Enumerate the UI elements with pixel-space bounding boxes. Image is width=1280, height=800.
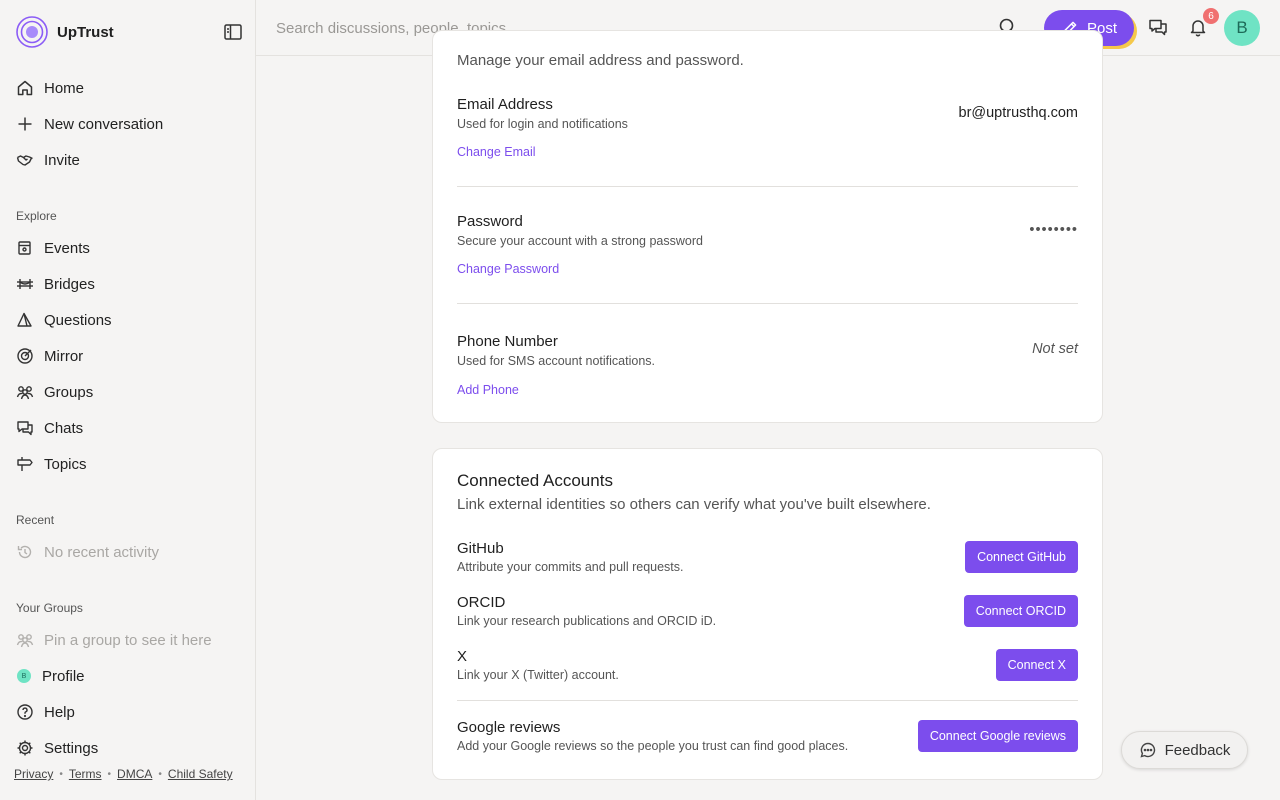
email-row-subtitle: Used for login and notifications xyxy=(457,117,628,131)
orcid-name: ORCID xyxy=(457,594,506,611)
brand[interactable]: UpTrust xyxy=(16,16,114,48)
phone-row-subtitle: Used for SMS account notifications. xyxy=(457,354,656,368)
explore-section-label: Explore xyxy=(16,209,57,223)
sidebar: UpTrust Home New conversation Invite Exp… xyxy=(0,0,256,800)
privacy-link[interactable]: Privacy xyxy=(14,767,53,781)
sidebar-item-label: New conversation xyxy=(44,115,164,133)
notification-badge: 6 xyxy=(1203,8,1219,24)
google-reviews-description: Add your Google reviews so the people yo… xyxy=(457,739,849,753)
history-icon xyxy=(16,543,34,561)
connect-google-reviews-button[interactable]: Connect Google reviews xyxy=(917,720,1078,752)
connect-github-button[interactable]: Connect GitHub xyxy=(965,541,1078,573)
sidebar-item-label: Questions xyxy=(44,311,112,329)
sidebar-item-questions[interactable]: Questions xyxy=(16,307,112,333)
chat-bubble-icon xyxy=(1139,741,1157,759)
connect-x-button[interactable]: Connect X xyxy=(995,649,1078,681)
sidebar-toggle-icon[interactable] xyxy=(223,22,243,42)
sidebar-item-label: Invite xyxy=(44,151,80,169)
sidebar-item-settings[interactable]: Settings xyxy=(16,735,98,761)
sidebar-item-groups[interactable]: Groups xyxy=(16,379,93,405)
your-groups-section-label: Your Groups xyxy=(16,601,83,615)
messages-icon[interactable] xyxy=(1148,17,1168,37)
groups-empty-label: Pin a group to see it here xyxy=(44,631,212,649)
sidebar-item-label: Home xyxy=(44,79,85,97)
recent-empty-label: No recent activity xyxy=(44,543,160,561)
question-icon xyxy=(16,311,34,329)
account-description: Manage your email address and password. xyxy=(457,52,744,69)
sidebar-item-help[interactable]: Help xyxy=(16,699,75,725)
password-row-title: Password xyxy=(457,213,523,230)
gear-icon xyxy=(16,739,34,757)
recent-section-label: Recent xyxy=(16,513,55,527)
password-row-subtitle: Secure your account with a strong passwo… xyxy=(457,234,703,248)
phone-row-title: Phone Number xyxy=(457,333,558,350)
phone-value: Not set xyxy=(1032,341,1078,357)
separator-dot: • xyxy=(59,768,63,780)
sidebar-item-bridges[interactable]: Bridges xyxy=(16,271,95,297)
recent-empty-state: No recent activity xyxy=(16,539,159,565)
change-email-link[interactable]: Change Email xyxy=(457,145,536,159)
bridge-icon xyxy=(16,275,34,293)
home-icon xyxy=(16,79,34,97)
sidebar-item-chats[interactable]: Chats xyxy=(16,415,83,441)
sidebar-item-mirror[interactable]: Mirror xyxy=(16,343,83,369)
chat-icon xyxy=(16,419,34,437)
sidebar-item-topics[interactable]: Topics xyxy=(16,451,87,477)
feedback-label: Feedback xyxy=(1164,741,1231,759)
orcid-description: Link your research publications and ORCI… xyxy=(457,614,717,628)
avatar: B xyxy=(17,669,31,683)
connected-accounts-description: Link external identities so others can v… xyxy=(457,496,931,513)
sidebar-item-label: Help xyxy=(44,703,75,721)
footer-links: Privacy • Terms • DMCA • Child Safety xyxy=(14,767,233,781)
sidebar-item-new-conversation[interactable]: New conversation xyxy=(16,111,163,137)
brand-name: UpTrust xyxy=(57,23,114,41)
divider xyxy=(457,186,1078,187)
sidebar-item-profile[interactable]: B Profile xyxy=(16,663,85,689)
separator-dot: • xyxy=(107,768,112,780)
sidebar-item-label: Groups xyxy=(44,383,94,401)
separator-dot: • xyxy=(158,768,162,780)
group-icon xyxy=(16,383,34,401)
sidebar-item-events[interactable]: Events xyxy=(16,235,90,261)
divider xyxy=(457,700,1078,701)
signpost-icon xyxy=(16,455,34,473)
add-phone-link[interactable]: Add Phone xyxy=(457,383,519,397)
connect-orcid-button[interactable]: Connect ORCID xyxy=(963,595,1078,627)
sidebar-item-label: Profile xyxy=(42,667,85,685)
sidebar-item-label: Bridges xyxy=(44,275,95,293)
github-description: Attribute your commits and pull requests… xyxy=(457,560,684,574)
help-icon xyxy=(16,703,34,721)
feedback-button[interactable]: Feedback xyxy=(1121,731,1248,769)
change-password-link[interactable]: Change Password xyxy=(457,262,559,276)
sidebar-item-label: Chats xyxy=(44,419,84,437)
email-value: br@uptrusthq.com xyxy=(958,105,1079,121)
connected-accounts-title: Connected Accounts xyxy=(457,471,613,490)
child-safety-link[interactable]: Child Safety xyxy=(168,767,233,781)
plus-icon xyxy=(16,115,34,133)
group-icon xyxy=(16,631,34,649)
sidebar-item-label: Topics xyxy=(44,455,87,473)
groups-empty-state: Pin a group to see it here xyxy=(16,627,212,653)
account-card: Manage your email address and password. … xyxy=(432,30,1103,423)
x-name: X xyxy=(457,648,468,665)
email-row-title: Email Address xyxy=(457,96,553,113)
sidebar-item-label: Events xyxy=(44,239,90,257)
sidebar-item-label: Settings xyxy=(44,739,99,757)
calendar-icon xyxy=(16,239,34,257)
github-name: GitHub xyxy=(457,540,504,557)
password-value: •••••••• xyxy=(1029,222,1078,238)
connected-accounts-card: Connected Accounts Link external identit… xyxy=(432,448,1103,780)
sidebar-item-label: Mirror xyxy=(44,347,84,365)
sidebar-item-home[interactable]: Home xyxy=(16,75,84,101)
x-description: Link your X (Twitter) account. xyxy=(457,668,619,682)
terms-link[interactable]: Terms xyxy=(69,767,102,781)
user-avatar[interactable]: B xyxy=(1224,10,1260,46)
divider xyxy=(457,303,1078,304)
google-reviews-name: Google reviews xyxy=(457,719,561,736)
uptrust-logo-icon xyxy=(16,16,48,48)
dmca-link[interactable]: DMCA xyxy=(117,767,152,781)
target-icon xyxy=(16,347,34,365)
handshake-icon xyxy=(16,151,34,169)
sidebar-item-invite[interactable]: Invite xyxy=(16,147,80,173)
